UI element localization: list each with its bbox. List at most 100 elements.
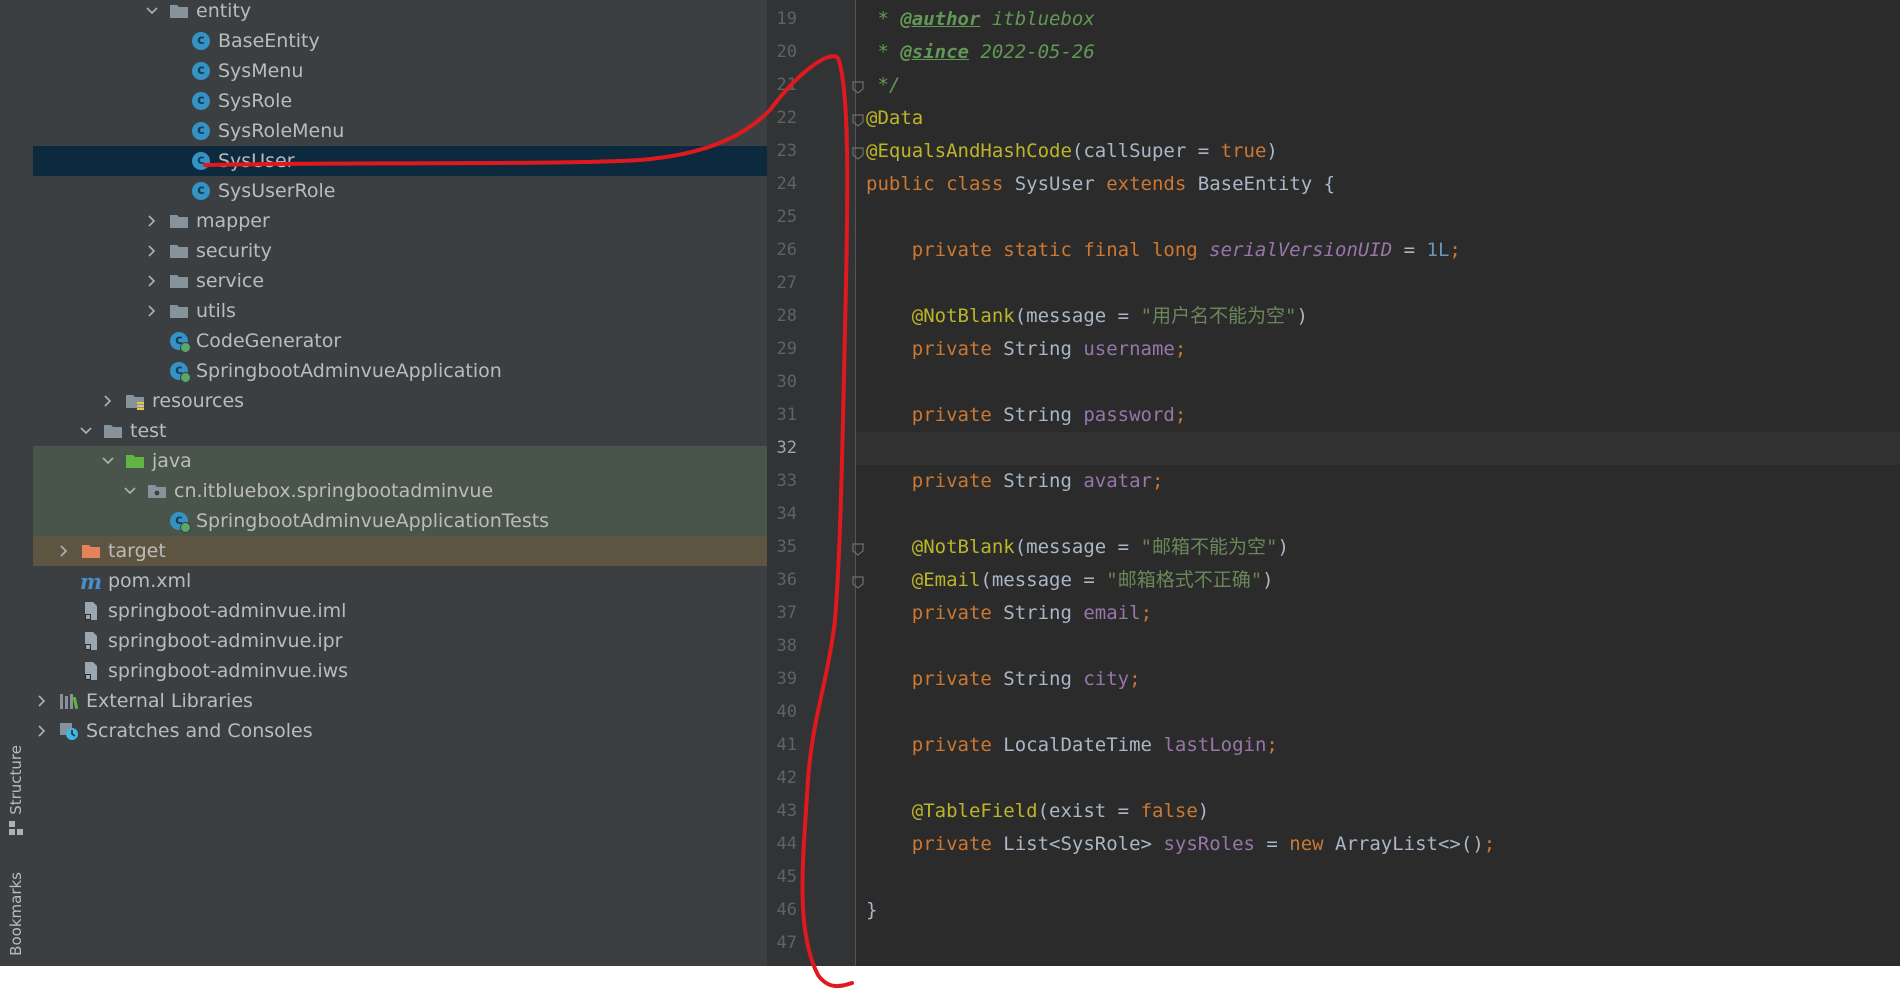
code-line[interactable]: @NotBlank(message = "用户名不能为空") — [866, 300, 1308, 333]
code-line[interactable]: private static final long serialVersionU… — [866, 234, 1461, 267]
code-line[interactable]: private String password; — [866, 399, 1187, 432]
code-token: @Email — [911, 569, 981, 591]
code-line[interactable]: private LocalDateTime lastLogin; — [866, 729, 1278, 762]
code-token: @Data — [866, 107, 924, 129]
code-editor[interactable]: 19 20 21 22 23 24 25 26 27 28 29 30 31 32 33 34 35 36 37 38… — [767, 0, 1900, 966]
code-line[interactable]: private String email; — [866, 597, 1152, 630]
code-token: SysUser — [1014, 173, 1107, 195]
code-line[interactable]: */ — [866, 69, 900, 102]
code-token: "邮箱格式不正确" — [1106, 569, 1263, 591]
tree-item-scratches-and-consoles[interactable]: Scratches and Consoles — [33, 716, 767, 746]
code-line[interactable]: @NotBlank(message = "邮箱不能为空") — [866, 531, 1289, 564]
tree-item-pom-xml[interactable]: m pom.xml — [33, 566, 767, 596]
code-line[interactable]: * @since 2022-05-26 — [866, 36, 1094, 69]
code-token: private — [866, 470, 1004, 492]
fold-marker-icon[interactable] — [852, 79, 864, 94]
tree-item-springbootadminvueapplication[interactable]: SpringbootAdminvueApplication — [33, 356, 767, 386]
tree-item-sysuserrole[interactable]: SysUserRole — [33, 176, 767, 206]
tree-item-java[interactable]: java — [33, 446, 767, 476]
fold-marker-icon[interactable] — [852, 541, 864, 556]
code-token: @NotBlank — [911, 305, 1015, 327]
code-token: ) — [1277, 536, 1289, 558]
java-class-icon — [192, 152, 210, 170]
bookmarks-tool-tab[interactable]: Bookmarks — [4, 872, 28, 956]
tree-item-sysrole[interactable]: SysRole — [33, 86, 767, 116]
tree-item-security[interactable]: security — [33, 236, 767, 266]
project-tree[interactable]: entity BaseEntity SysMenu SysRole SysRoleMen… — [33, 0, 767, 966]
code-line[interactable]: private String city; — [866, 663, 1141, 696]
tree-item-springboot-adminvue-iws[interactable]: springboot-adminvue.iws — [33, 656, 767, 686]
line-number: 25 — [776, 207, 797, 227]
code-line[interactable]: public class SysUser extends BaseEntity … — [866, 168, 1335, 201]
tree-item-springboot-adminvue-ipr[interactable]: springboot-adminvue.ipr — [33, 626, 767, 656]
structure-tool-tab[interactable]: Structure — [4, 745, 28, 835]
chevron-right-icon[interactable] — [35, 694, 49, 708]
line-number: 40 — [776, 702, 797, 722]
code-token: ) — [1296, 305, 1308, 327]
runnable-class-icon — [170, 362, 191, 383]
fold-marker-icon[interactable] — [852, 112, 864, 127]
chevron-right-icon[interactable] — [145, 304, 159, 318]
tree-item-sysuser[interactable]: SysUser — [33, 146, 767, 176]
code-line[interactable]: @Data — [866, 102, 923, 135]
code-token: = — [1254, 833, 1290, 855]
line-number: 37 — [776, 603, 797, 623]
code-token: (message = — [1014, 536, 1141, 558]
chevron-right-icon[interactable] — [35, 724, 49, 738]
chevron-down-icon[interactable] — [101, 454, 115, 468]
code-token: (callSuper = — [1071, 140, 1221, 162]
tree-item-sysrolemenu[interactable]: SysRoleMenu — [33, 116, 767, 146]
chevron-right-icon[interactable] — [57, 544, 71, 558]
line-number: 32 — [776, 438, 797, 458]
code-line[interactable]: * @author itbluebox — [866, 3, 1094, 36]
fold-marker-icon[interactable] — [852, 574, 864, 589]
fold-marker-icon[interactable] — [852, 145, 864, 160]
java-class-icon — [192, 32, 210, 50]
code-token: ) — [1262, 569, 1274, 591]
code-token: String — [1003, 338, 1084, 360]
code-line[interactable]: @TableField(exist = false) — [866, 795, 1209, 828]
chevron-right-icon[interactable] — [145, 244, 159, 258]
tree-item-service[interactable]: service — [33, 266, 767, 296]
java-class-icon — [192, 182, 210, 200]
code-line[interactable]: @EqualsAndHashCode(callSuper = true) — [866, 135, 1278, 168]
line-number: 45 — [776, 867, 797, 887]
tree-item-test[interactable]: test — [33, 416, 767, 446]
tree-item-baseentity[interactable]: BaseEntity — [33, 26, 767, 56]
tree-item-label: springboot-adminvue.iml — [108, 600, 347, 622]
tree-item-mapper[interactable]: mapper — [33, 206, 767, 236]
tree-item-label: service — [196, 270, 265, 292]
tree-item-resources[interactable]: resources — [33, 386, 767, 416]
tree-item-external-libraries[interactable]: External Libraries — [33, 686, 767, 716]
tree-item-label: SysUser — [218, 150, 295, 172]
tree-item-entity[interactable]: entity — [33, 0, 767, 26]
tree-item-utils[interactable]: utils — [33, 296, 767, 326]
code-token: String — [1003, 404, 1084, 426]
tree-item-springboot-adminvue-iml[interactable]: springboot-adminvue.iml — [33, 596, 767, 626]
tree-item-springbootadminvueapplicationtests[interactable]: SpringbootAdminvueApplicationTests — [33, 506, 767, 536]
package-icon — [147, 481, 167, 501]
tree-item-target[interactable]: target — [33, 536, 767, 566]
code-line[interactable]: private String username; — [866, 333, 1187, 366]
tree-item-cn-itbluebox-springbootadminvue[interactable]: cn.itbluebox.springbootadminvue — [33, 476, 767, 506]
code-line[interactable]: @Email(message = "邮箱格式不正确") — [866, 564, 1274, 597]
line-number: 31 — [776, 405, 797, 425]
chevron-down-icon[interactable] — [145, 4, 159, 18]
tree-item-label: mapper — [196, 210, 270, 232]
code-token: @since — [900, 41, 969, 63]
chevron-right-icon[interactable] — [145, 274, 159, 288]
chevron-right-icon[interactable] — [101, 394, 115, 408]
chevron-right-icon[interactable] — [145, 214, 159, 228]
code-line[interactable]: private List<SysRole> sysRoles = new Arr… — [866, 828, 1495, 861]
tree-item-sysmenu[interactable]: SysMenu — [33, 56, 767, 86]
code-line[interactable]: private String avatar; — [866, 465, 1164, 498]
tree-item-codegenerator[interactable]: CodeGenerator — [33, 326, 767, 356]
chevron-down-icon[interactable] — [123, 484, 137, 498]
code-token: String — [1003, 602, 1084, 624]
code-line[interactable]: } — [866, 894, 877, 927]
code-token: true — [1220, 140, 1267, 162]
code-token: private — [866, 668, 1004, 690]
chevron-down-icon[interactable] — [79, 424, 93, 438]
line-number: 20 — [776, 42, 797, 62]
